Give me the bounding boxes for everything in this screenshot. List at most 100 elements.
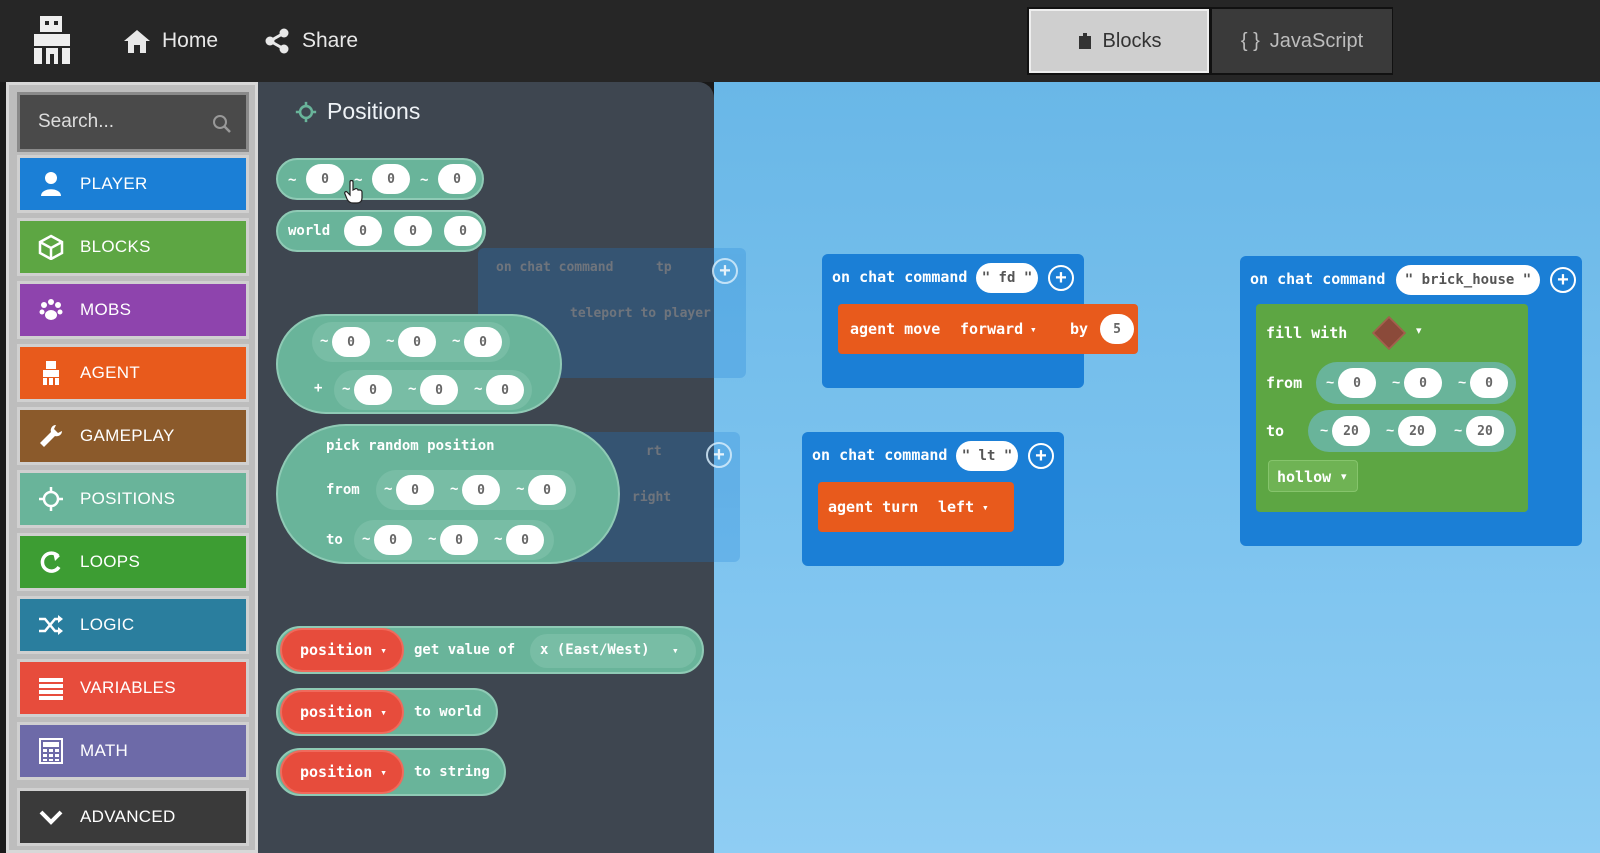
y-input[interactable]: 0 <box>440 525 478 555</box>
command-string-fd[interactable]: " fd " <box>976 263 1038 293</box>
z-input[interactable]: 0 <box>486 375 524 405</box>
category-label: MOBS <box>80 300 132 319</box>
ghost-label: rt <box>646 444 662 459</box>
tilde-label: ~ <box>428 531 437 547</box>
to-label: to <box>326 532 343 548</box>
tilde-label: ~ <box>452 333 461 349</box>
ghost-add-param-icon: + <box>712 258 738 284</box>
category-logic[interactable]: LOGIC <box>17 596 249 654</box>
to-y-input[interactable]: 20 <box>1398 416 1436 446</box>
search-icon[interactable] <box>212 114 232 134</box>
turn-direction-dropdown[interactable]: left <box>938 498 974 516</box>
tilde-label: ~ <box>1320 422 1329 438</box>
category-agent[interactable]: AGENT <box>17 344 249 402</box>
y-input[interactable]: 0 <box>372 164 410 194</box>
y-input[interactable]: 0 <box>398 327 436 357</box>
position-variable[interactable]: position ▾ <box>280 628 404 672</box>
position-operand[interactable]: ~ 0 ~ 0 ~ 0 <box>312 322 510 362</box>
agent-turn-block[interactable]: agent turn left ▾ <box>818 482 1014 532</box>
add-param-icon[interactable]: + <box>1048 265 1074 291</box>
brick-block-icon[interactable] <box>1372 316 1406 350</box>
hat-label: on chat command <box>812 446 948 464</box>
z-input[interactable]: 0 <box>528 475 566 505</box>
to-position[interactable]: ~ 20 ~ 20 ~ 20 <box>1308 410 1516 452</box>
dropdown-arrow-icon: ▾ <box>672 644 679 657</box>
fill-mode-dropdown[interactable]: hollow ▾ <box>1268 460 1358 492</box>
share-icon <box>265 28 289 54</box>
search-input[interactable]: Search... <box>17 92 249 152</box>
x-input[interactable]: 0 <box>332 327 370 357</box>
command-string-brick-house[interactable]: " brick_house " <box>1396 265 1540 295</box>
category-label: ADVANCED <box>80 807 176 826</box>
share-button[interactable]: Share <box>262 22 358 60</box>
category-variables[interactable]: VARIABLES <box>17 659 249 717</box>
from-position[interactable]: ~ 0 ~ 0 ~ 0 <box>1316 362 1516 404</box>
toolbox: Search... PLAYER BLOCKS MOBS AGENT GAMEP… <box>6 82 258 853</box>
tilde-label: ~ <box>1326 374 1335 390</box>
add-param-icon[interactable]: + <box>1028 443 1054 469</box>
category-mobs[interactable]: MOBS <box>17 281 249 339</box>
world-label: world <box>288 223 331 239</box>
position-label: position <box>300 703 373 721</box>
tilde-label: ~ <box>474 381 483 397</box>
position-to-string-block[interactable]: position ▾ to string <box>276 748 506 796</box>
command-string-lt[interactable]: " lt " <box>956 441 1018 471</box>
from-y-input[interactable]: 0 <box>1404 368 1442 398</box>
from-x-input[interactable]: 0 <box>1338 368 1376 398</box>
home-button[interactable]: Home <box>122 22 218 60</box>
home-label: Home <box>162 29 219 52</box>
relative-position-block[interactable]: ~ 0 ~ 0 ~ 0 <box>276 158 484 200</box>
dropdown-arrow-icon: ▾ <box>380 705 387 719</box>
y-input[interactable]: 0 <box>420 375 458 405</box>
add-param-icon[interactable]: + <box>1550 267 1576 293</box>
z-input[interactable]: 0 <box>506 525 544 555</box>
axis-dropdown[interactable]: x (East/West) ▾ <box>530 634 696 668</box>
get-value-of-label: get value of <box>414 642 516 658</box>
to-position[interactable]: ~ 0 ~ 0 ~ 0 <box>354 520 554 560</box>
from-position[interactable]: ~ 0 ~ 0 ~ 0 <box>376 470 576 510</box>
x-input[interactable]: 0 <box>344 216 382 246</box>
category-gameplay[interactable]: GAMEPLAY <box>17 407 249 465</box>
position-operand[interactable]: ~ 0 ~ 0 ~ 0 <box>334 370 532 410</box>
ghost-label: teleport to player <box>570 306 711 321</box>
z-input[interactable]: 0 <box>464 327 502 357</box>
position-to-world-block[interactable]: position ▾ to world <box>276 688 498 736</box>
x-input[interactable]: 0 <box>354 375 392 405</box>
position-get-value-block[interactable]: position ▾ get value of x (East/West) ▾ <box>276 626 704 674</box>
agent-turn-label: agent turn <box>828 498 919 516</box>
category-positions[interactable]: POSITIONS <box>17 470 249 528</box>
javascript-mode-button[interactable]: { } JavaScript <box>1212 9 1392 73</box>
position-variable[interactable]: position ▾ <box>280 690 404 734</box>
y-input[interactable]: 0 <box>462 475 500 505</box>
category-loops[interactable]: LOOPS <box>17 533 249 591</box>
category-blocks[interactable]: BLOCKS <box>17 218 249 276</box>
x-input[interactable]: 0 <box>306 164 344 194</box>
x-input[interactable]: 0 <box>374 525 412 555</box>
to-x-input[interactable]: 20 <box>1332 416 1370 446</box>
direction-dropdown[interactable]: forward <box>960 320 1023 338</box>
blocks-mode-button[interactable]: Blocks <box>1029 9 1209 73</box>
world-position-block[interactable]: world 0 0 0 <box>276 210 486 252</box>
person-icon <box>41 172 61 196</box>
fill-with-block[interactable]: fill with ▾ from ~ 0 ~ 0 ~ 0 to ~ 20 ~ 2… <box>1256 304 1528 512</box>
position-add-block[interactable]: ~ 0 ~ 0 ~ 0 + ~ 0 ~ 0 ~ 0 <box>276 314 562 414</box>
x-input[interactable]: 0 <box>396 475 434 505</box>
z-input[interactable]: 0 <box>438 164 476 194</box>
z-input[interactable]: 0 <box>444 216 482 246</box>
category-player[interactable]: PLAYER <box>17 155 249 213</box>
position-variable[interactable]: position ▾ <box>280 750 404 794</box>
fill-mode-value: hollow <box>1277 468 1332 486</box>
search-placeholder: Search... <box>38 111 115 132</box>
to-z-input[interactable]: 20 <box>1466 416 1504 446</box>
hat-label: on chat command <box>1250 270 1386 288</box>
from-z-input[interactable]: 0 <box>1470 368 1508 398</box>
category-math[interactable]: MATH <box>17 722 249 780</box>
y-input[interactable]: 0 <box>394 216 432 246</box>
agent-move-block[interactable]: agent move forward ▾ by 5 <box>838 304 1138 354</box>
ghost-label: on chat command <box>496 260 614 275</box>
dropdown-arrow-icon: ▾ <box>1341 471 1347 483</box>
makecode-logo-icon[interactable] <box>30 14 76 66</box>
amount-input[interactable]: 5 <box>1100 314 1134 344</box>
category-advanced[interactable]: ADVANCED <box>17 788 249 846</box>
pick-random-position-block[interactable]: pick random position from ~ 0 ~ 0 ~ 0 to… <box>276 424 620 564</box>
